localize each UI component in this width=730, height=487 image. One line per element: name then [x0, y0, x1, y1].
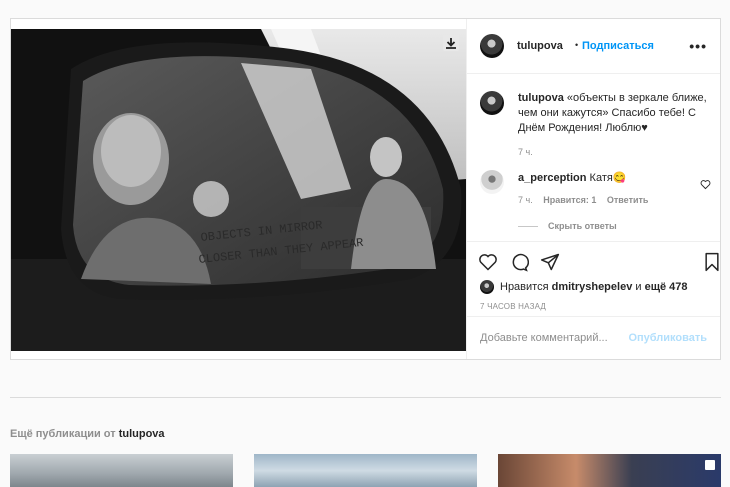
more-posts-prefix: Ещё публикации от — [10, 428, 116, 440]
heart-icon[interactable] — [478, 252, 498, 277]
likes-summary: Нравится dmitryshepelev и ещё 478 — [500, 281, 688, 293]
author-username[interactable]: tulupova — [517, 40, 563, 52]
more-post-thumbnail-2[interactable] — [254, 454, 477, 487]
multi-photo-icon — [705, 460, 715, 470]
caption-avatar[interactable] — [480, 91, 504, 115]
post-timestamp: 7 ЧАСОВ НАЗАД — [480, 302, 547, 311]
liker-avatar[interactable] — [480, 280, 494, 294]
post-card: OBJECTS IN MIRROR CLOSER THAN THEY APPEA… — [10, 18, 721, 360]
comment-meta: 7 ч. Нравится: 1 Ответить — [518, 195, 648, 205]
comment: a_perception Катя😋 — [518, 171, 627, 184]
comment-time: 7 ч. — [518, 195, 533, 205]
section-divider — [10, 397, 721, 398]
commenter-avatar[interactable] — [480, 170, 504, 194]
likes-others[interactable]: ещё 478 — [645, 281, 688, 293]
share-icon[interactable] — [540, 252, 560, 277]
caption-time: 7 ч. — [518, 147, 533, 157]
reply-button[interactable]: Ответить — [607, 195, 649, 205]
like-comment-icon[interactable] — [700, 177, 711, 195]
follow-separator: • — [575, 40, 579, 50]
more-post-thumbnail-3[interactable] — [498, 454, 721, 487]
comment-likes[interactable]: Нравится: 1 — [543, 195, 596, 205]
mirror-photo-illustration: OBJECTS IN MIRROR CLOSER THAN THEY APPEA… — [11, 29, 466, 351]
caption-username[interactable]: tulupova — [518, 92, 564, 104]
more-posts-user[interactable]: tulupova — [119, 428, 165, 440]
publish-button[interactable]: Опубликовать — [628, 332, 707, 344]
hide-replies-label: Скрыть ответы — [548, 221, 617, 231]
action-divider — [467, 241, 720, 243]
likes-conj: и — [635, 281, 642, 293]
more-icon[interactable]: ••• — [689, 38, 707, 54]
post-sidebar: tulupova • Подписаться ••• tulupova «объ… — [466, 19, 720, 359]
more-post-thumbnail-1[interactable] — [10, 454, 233, 487]
bookmark-icon[interactable] — [702, 252, 722, 277]
comment-text: Катя😋 — [589, 172, 627, 184]
follow-button[interactable]: Подписаться — [582, 40, 654, 52]
more-posts-title: Ещё публикации от tulupova — [10, 428, 165, 440]
comment-icon[interactable] — [509, 252, 530, 277]
commenter-username[interactable]: a_perception — [518, 172, 586, 184]
author-avatar[interactable] — [480, 34, 504, 58]
reply-line — [518, 226, 538, 228]
comment-input[interactable]: Добавьте комментарий... — [480, 332, 608, 344]
likes-prefix: Нравится — [500, 281, 549, 293]
liker-username[interactable]: dmitryshepelev — [552, 281, 633, 293]
add-comment-bar: Добавьте комментарий... Опубликовать — [467, 316, 720, 359]
post-photo[interactable]: OBJECTS IN MIRROR CLOSER THAN THEY APPEA… — [11, 29, 466, 351]
download-icon[interactable] — [443, 35, 459, 51]
post-header: tulupova • Подписаться ••• — [467, 19, 720, 74]
post-caption: tulupova «объекты в зеркале ближе, чем о… — [518, 91, 708, 160]
hide-replies-button[interactable]: Скрыть ответы — [518, 221, 617, 231]
